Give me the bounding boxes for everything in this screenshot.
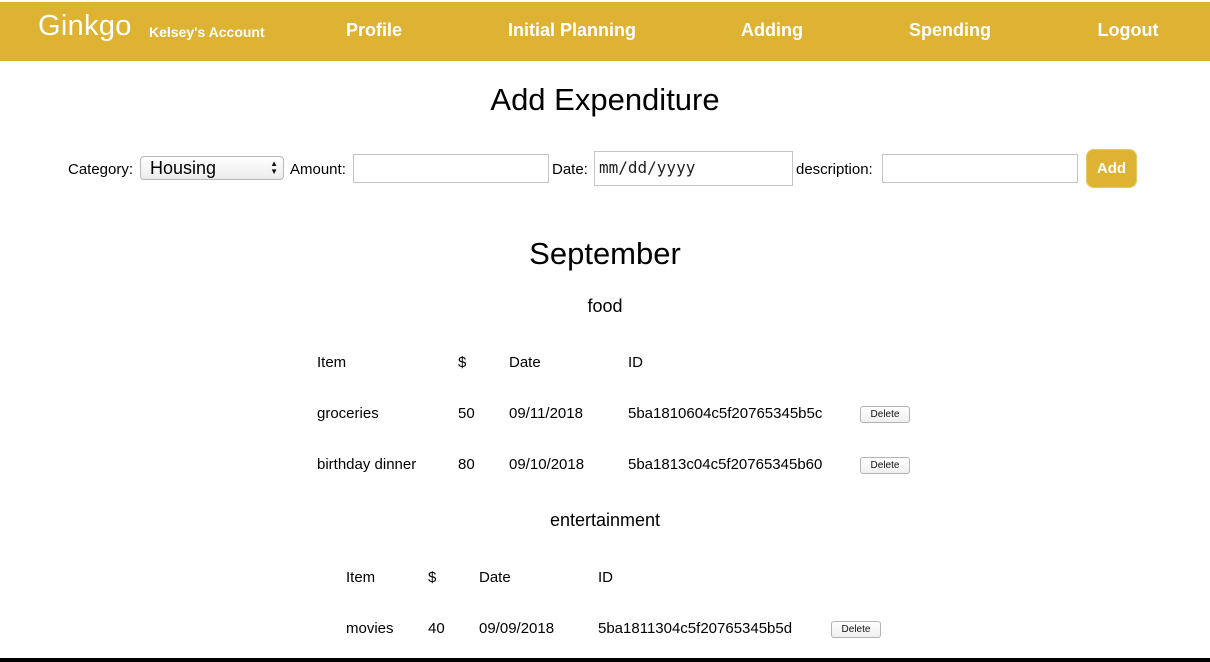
bottom-edge (0, 658, 1210, 662)
expenditure-form: Category: Housing ▲ ▼ Amount: Date: mm/dd… (0, 148, 1210, 190)
nav-profile[interactable]: Profile (346, 20, 402, 41)
delete-button[interactable]: Delete (860, 457, 910, 474)
description-input[interactable] (882, 154, 1078, 183)
column-header-item: Item (317, 354, 347, 371)
row-id: 5ba1811304c5f20765345b5d (598, 620, 793, 637)
row-item: movies (346, 620, 394, 637)
category-label: Category: (68, 161, 134, 178)
column-header-date: Date (479, 569, 511, 586)
row-id: 5ba1813c04c5f20765345b60 (628, 456, 823, 473)
date-label: Date: (552, 161, 588, 178)
category-select[interactable]: Housing ▲ ▼ (140, 156, 284, 180)
amount-label: Amount: (290, 161, 346, 178)
navbar: Ginkgo Kelsey's Account Profile Initial … (0, 2, 1210, 61)
row-id: 5ba1810604c5f20765345b5c (628, 405, 823, 422)
nav-spending[interactable]: Spending (909, 20, 991, 41)
add-button[interactable]: Add (1086, 149, 1137, 188)
row-item: groceries (317, 405, 379, 422)
column-header-amount: $ (458, 354, 467, 371)
row-item: birthday dinner (317, 456, 417, 473)
description-label: description: (796, 161, 873, 178)
column-header-amount: $ (428, 569, 437, 586)
column-header-id: ID (598, 569, 613, 586)
column-header-date: Date (509, 354, 541, 371)
column-header-id: ID (628, 354, 643, 371)
account-name[interactable]: Kelsey's Account (149, 24, 265, 40)
amount-input[interactable] (353, 154, 549, 183)
row-date: 09/09/2018 (479, 620, 555, 637)
nav-logout[interactable]: Logout (1098, 20, 1159, 41)
category-selected-value: Housing (150, 158, 217, 178)
row-amount: 80 (458, 456, 475, 473)
category-heading-entertainment: entertainment (549, 510, 661, 530)
delete-button[interactable]: Delete (860, 406, 910, 423)
row-date: 09/10/2018 (509, 456, 585, 473)
row-amount: 50 (458, 405, 475, 422)
month-heading: September (529, 236, 681, 271)
row-date: 09/11/2018 (509, 405, 583, 422)
category-heading-food: food (587, 296, 623, 316)
nav-initial-planning[interactable]: Initial Planning (508, 20, 636, 41)
delete-button[interactable]: Delete (831, 621, 881, 638)
page-title: Add Expenditure (490, 82, 720, 117)
brand-logo[interactable]: Ginkgo (38, 10, 132, 43)
select-arrows-icon: ▲ ▼ (270, 159, 278, 176)
nav-adding[interactable]: Adding (741, 20, 803, 41)
column-header-item: Item (346, 569, 376, 586)
date-input[interactable]: mm/dd/yyyy (594, 151, 793, 186)
row-amount: 40 (428, 620, 445, 637)
